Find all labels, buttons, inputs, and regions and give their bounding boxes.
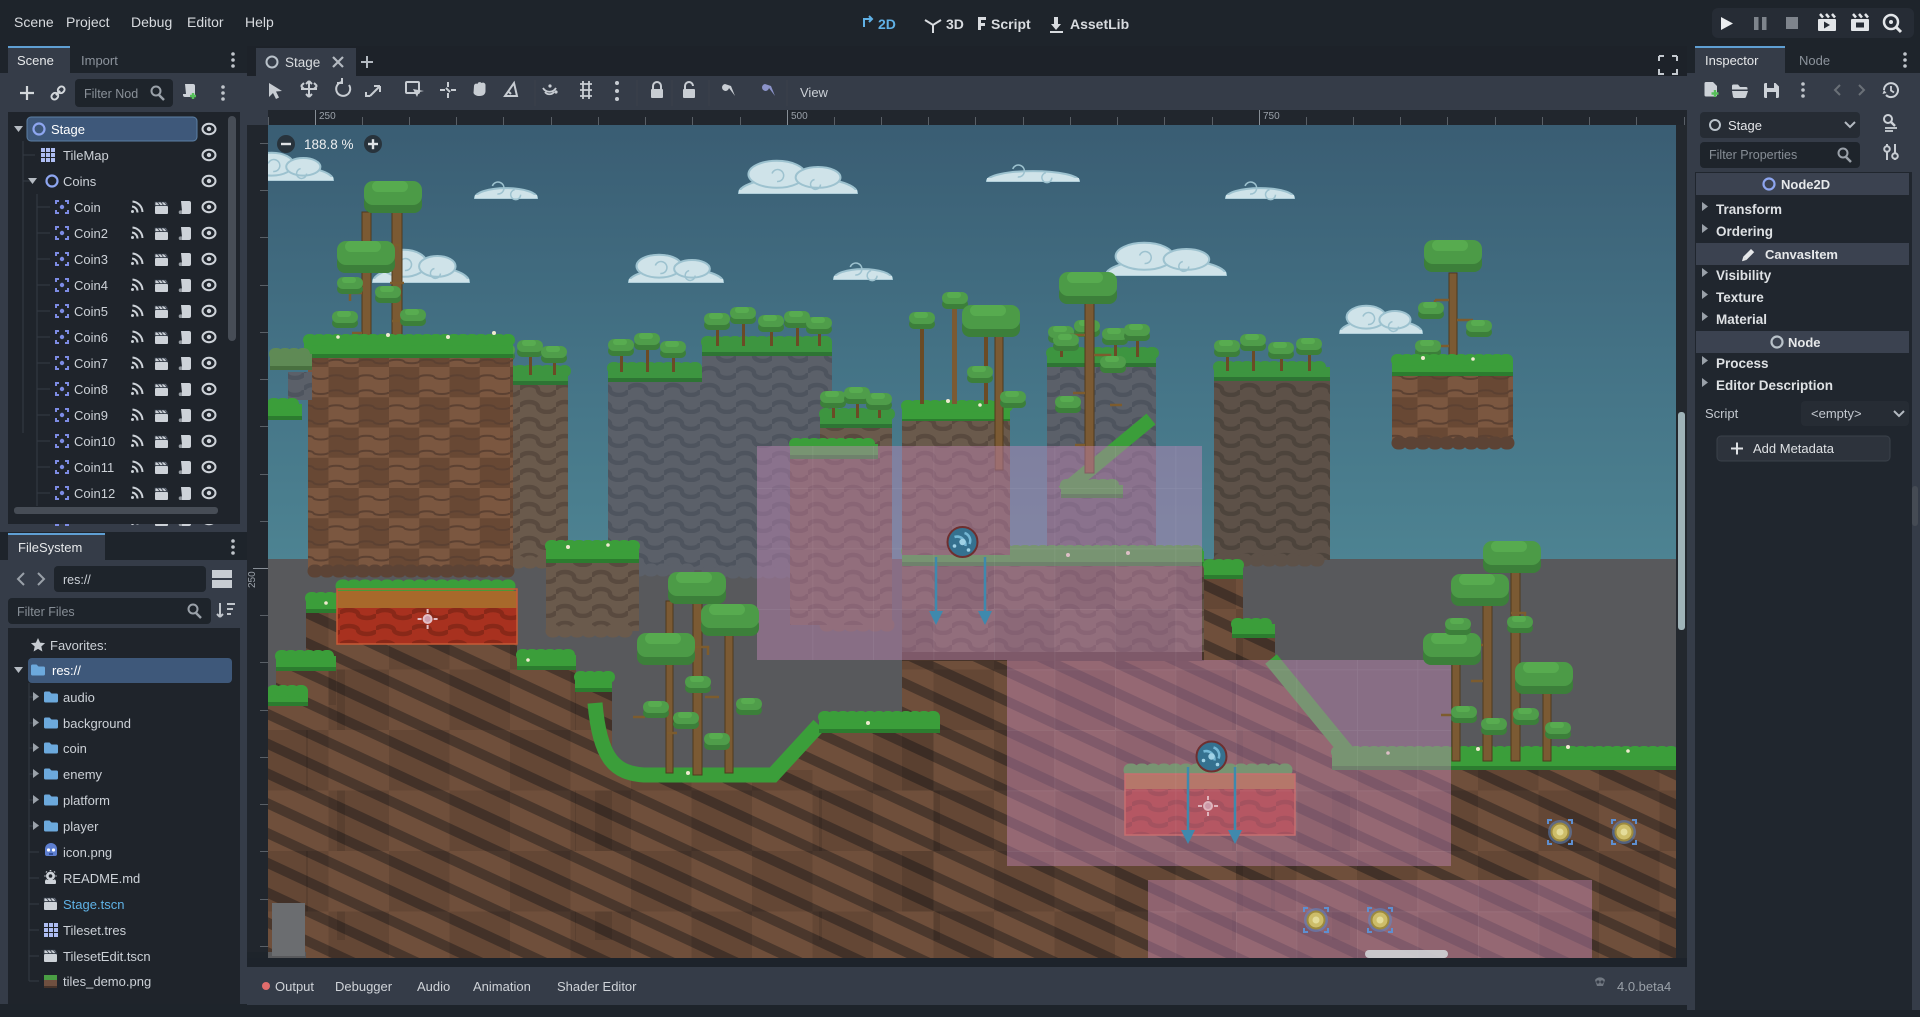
svg-text:Coin9: Coin9 [74,408,108,423]
svg-text:Ordering: Ordering [1716,224,1773,239]
svg-text:Editor Description: Editor Description [1716,378,1833,393]
svg-text:Import: Import [81,53,118,68]
svg-text:Project: Project [66,14,110,30]
svg-text:Stage: Stage [285,55,320,70]
svg-text:Help: Help [245,14,274,30]
svg-text:tiles_demo.png: tiles_demo.png [63,974,151,989]
svg-text:Material: Material [1716,312,1767,327]
svg-text:README.md: README.md [63,871,140,886]
svg-text:Scene: Scene [14,14,54,30]
svg-text:Debugger: Debugger [335,979,393,994]
svg-text:Favorites:: Favorites: [50,638,107,653]
svg-text:250: 250 [319,111,336,122]
svg-text:Coin4: Coin4 [74,278,108,293]
svg-text:TilesetEdit.tscn: TilesetEdit.tscn [63,949,151,964]
svg-text:Editor: Editor [187,14,224,30]
svg-text:Node: Node [1788,335,1821,350]
svg-text:Stage.tscn: Stage.tscn [63,897,124,912]
svg-text:Tileset.tres: Tileset.tres [63,923,127,938]
svg-text:Texture: Texture [1716,290,1764,305]
svg-text:750: 750 [1263,111,1280,122]
svg-text:Stage: Stage [51,122,85,137]
svg-text:Animation: Animation [473,979,531,994]
svg-text:Audio: Audio [417,979,450,994]
svg-text:Coin6: Coin6 [74,330,108,345]
svg-text:Add Metadata: Add Metadata [1753,441,1835,456]
svg-text:View: View [800,85,829,100]
svg-text:Node: Node [1799,53,1830,68]
svg-text:TileMap: TileMap [63,148,109,163]
svg-text:Stage: Stage [1728,118,1762,133]
svg-text:enemy: enemy [63,767,103,782]
svg-text:Coin11: Coin11 [74,460,114,475]
svg-text:250: 250 [247,571,258,588]
svg-text:Process: Process [1716,356,1769,371]
svg-text:audio: audio [63,690,95,705]
svg-text:player: player [63,819,99,834]
svg-text:4.0.beta4: 4.0.beta4 [1617,979,1671,994]
svg-text:CanvasItem: CanvasItem [1765,247,1838,262]
svg-text:Filter Properties: Filter Properties [1709,148,1797,162]
svg-text:FileSystem: FileSystem [18,540,82,555]
svg-text:AssetLib: AssetLib [1070,16,1129,32]
svg-text:Coin: Coin [74,200,101,215]
svg-text:<empty>: <empty> [1811,406,1862,421]
svg-text:Coin12: Coin12 [74,486,115,501]
svg-text:Coin3: Coin3 [74,252,108,267]
svg-text:background: background [63,716,131,731]
svg-text:Coin8: Coin8 [74,382,108,397]
svg-text:Inspector: Inspector [1705,53,1759,68]
svg-text:Coin5: Coin5 [74,304,108,319]
svg-text:500: 500 [791,111,808,122]
svg-text:Filter Nod: Filter Nod [84,87,138,101]
svg-text:Filter Files: Filter Files [17,605,75,619]
svg-text:Script: Script [991,16,1031,32]
svg-text:Coin2: Coin2 [74,226,108,241]
svg-text:platform: platform [63,793,110,808]
svg-text:Script: Script [1705,406,1739,421]
svg-text:Coin7: Coin7 [74,356,108,371]
svg-text:Scene: Scene [17,53,54,68]
svg-text:Visibility: Visibility [1716,268,1772,283]
svg-text:res://: res:// [52,663,81,678]
svg-text:coin: coin [63,741,87,756]
svg-text:3D: 3D [946,16,964,32]
svg-text:Output: Output [275,979,314,994]
svg-text:Node2D: Node2D [1781,177,1830,192]
svg-text:Debug: Debug [131,14,172,30]
svg-text:icon.png: icon.png [63,845,112,860]
svg-text:Coin10: Coin10 [74,434,115,449]
svg-text:Transform: Transform [1716,202,1782,217]
svg-text:res://: res:// [63,573,91,587]
svg-text:Coins: Coins [63,174,97,189]
svg-text:188.8 %: 188.8 % [304,137,354,152]
svg-text:Shader Editor: Shader Editor [557,979,637,994]
svg-text:2D: 2D [878,16,896,32]
